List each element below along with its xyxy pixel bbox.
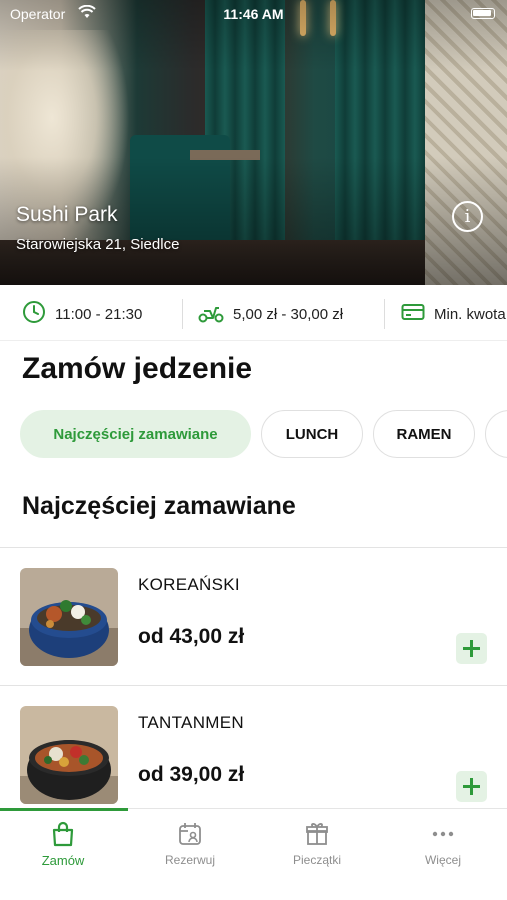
battery-icon bbox=[471, 8, 495, 19]
status-bar: Operator 11:46 AM bbox=[0, 0, 507, 28]
bag-icon bbox=[0, 821, 126, 847]
chip-najczesciej-zamawiane[interactable]: Najczęściej zamawiane bbox=[20, 410, 251, 458]
tab-rezerwuj[interactable]: Rezerwuj bbox=[127, 821, 253, 867]
min-order: Min. kwota bbox=[401, 300, 506, 328]
gift-icon bbox=[254, 821, 380, 847]
product-image bbox=[20, 568, 118, 666]
opening-hours: 11:00 - 21:30 bbox=[22, 300, 142, 328]
tab-label: Zamów bbox=[41, 853, 85, 868]
tab-zamow[interactable]: Zamów bbox=[0, 821, 126, 868]
tab-pieczatki[interactable]: Pieczątki bbox=[254, 821, 380, 867]
page-title: Zamów jedzenie bbox=[22, 352, 253, 385]
tab-label: Więcej bbox=[424, 853, 461, 867]
product-name: KOREAŃSKI bbox=[138, 575, 240, 594]
calendar-person-icon bbox=[127, 821, 253, 847]
restaurant-address: Starowiejska 21, Siedlce bbox=[16, 236, 180, 253]
restaurant-name: Sushi Park bbox=[16, 203, 118, 226]
product-item[interactable]: KOREAŃSKI od 43,00 zł bbox=[0, 547, 507, 685]
clock-icon bbox=[22, 300, 46, 328]
chip-ramen[interactable]: RAMEN bbox=[373, 410, 475, 458]
opening-hours-text: 11:00 - 21:30 bbox=[55, 305, 143, 323]
category-chips: Najczęściej zamawiane LUNCH RAMEN bbox=[0, 410, 507, 460]
min-order-text: Min. kwota bbox=[434, 305, 506, 323]
product-price: od 39,00 zł bbox=[138, 763, 245, 786]
add-to-cart-button[interactable] bbox=[456, 771, 487, 802]
bottom-tab-bar: Zamów Rezerwuj Pieczątki Więcej bbox=[0, 808, 507, 900]
tab-label: Rezerwuj bbox=[164, 853, 215, 867]
active-tab-indicator bbox=[0, 808, 128, 811]
restaurant-info-strip: 11:00 - 21:30 5,00 zł - 30,00 zł Min. kw… bbox=[0, 285, 507, 341]
delivery-cost: 5,00 zł - 30,00 zł bbox=[198, 300, 343, 328]
status-time: 11:46 AM bbox=[223, 6, 284, 22]
product-item[interactable]: TANTANMEN od 39,00 zł bbox=[0, 685, 507, 823]
more-dots-icon bbox=[380, 821, 506, 847]
card-icon bbox=[401, 302, 425, 326]
tab-label: Pieczątki bbox=[292, 853, 342, 867]
delivery-cost-text: 5,00 zł - 30,00 zł bbox=[233, 305, 344, 323]
add-to-cart-button[interactable] bbox=[456, 633, 487, 664]
product-name: TANTANMEN bbox=[138, 713, 244, 732]
tab-wiecej[interactable]: Więcej bbox=[380, 821, 506, 867]
category-title: Najczęściej zamawiane bbox=[22, 492, 296, 520]
info-icon[interactable]: i bbox=[452, 201, 483, 232]
scooter-icon bbox=[198, 301, 224, 327]
product-image bbox=[20, 706, 118, 804]
chip-lunch[interactable]: LUNCH bbox=[261, 410, 363, 458]
product-price: od 43,00 zł bbox=[138, 625, 245, 648]
chip-next[interactable] bbox=[485, 410, 507, 458]
